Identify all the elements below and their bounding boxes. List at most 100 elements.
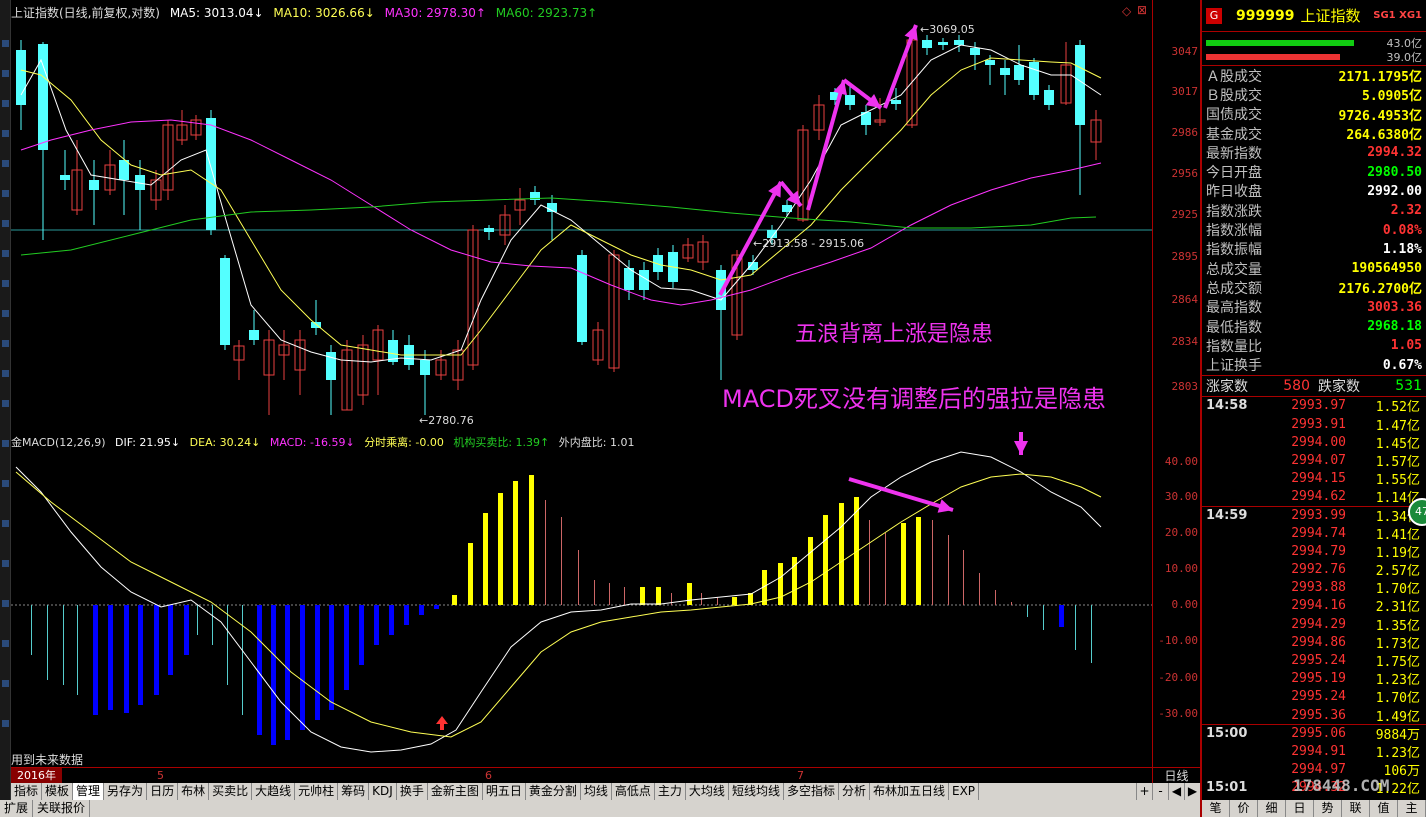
indicator-tab[interactable]: 主力: [655, 783, 686, 800]
chart-settings-icon[interactable]: ◇: [1122, 4, 1131, 18]
price-axis-label: 2925: [1171, 208, 1199, 221]
macd-axis-label: -30.00: [1158, 707, 1198, 720]
macd-bar-positive: [717, 597, 718, 605]
quote-bottom-tab[interactable]: 主: [1398, 800, 1426, 817]
indicator-tab[interactable]: 元帅柱: [295, 783, 339, 800]
indicator-tab[interactable]: 换手: [397, 783, 428, 800]
main-chart-header: 上证指数(日线,前复权,对数) MA5: 3013.04↓ MA10: 3026…: [11, 4, 603, 21]
chart-close-icon[interactable]: ⊠: [1137, 3, 1147, 17]
expand-button[interactable]: 扩展: [0, 800, 34, 817]
indicator-tab[interactable]: 布林加五日线: [870, 783, 949, 800]
macd-bar-positive: [513, 481, 518, 605]
macd-bar-negative: [1075, 605, 1076, 650]
quote-label: Ａ股成交: [1206, 68, 1262, 85]
price-axis-label: 2956: [1171, 167, 1199, 180]
indicator-tab[interactable]: 短线均线: [729, 783, 784, 800]
indicator-tab[interactable]: EXP: [949, 783, 980, 800]
macd-bar-positive: [640, 587, 645, 605]
tab-nav-button[interactable]: -: [1152, 783, 1168, 800]
candlestick: [514, 188, 526, 225]
quote-fields: Ａ股成交 2171.1795亿 Ｂ股成交 5.0905亿 国债成交 9726.4953亿基…: [1202, 66, 1426, 375]
macd-chart[interactable]: [11, 432, 1152, 767]
candle-body-down: [484, 228, 494, 232]
left-strip-marker: [2, 70, 9, 77]
quote-bottom-tab[interactable]: 细: [1258, 800, 1286, 817]
indicator-tab[interactable]: 均线: [581, 783, 612, 800]
tick-volume: 1.14亿: [1375, 491, 1420, 507]
kline-chart[interactable]: ←3069.05 ←2913.58 - 2915.06 ←2780.76: [11, 0, 1152, 432]
left-strip-marker: [2, 370, 9, 377]
macd-bar-positive: [452, 595, 457, 605]
indicator-tab[interactable]: 大均线: [686, 783, 729, 800]
macd-bar-negative: [285, 605, 290, 740]
ma10-label: MA10: 3026.66↓: [273, 6, 375, 20]
indicator-tab[interactable]: 明五日: [483, 783, 526, 800]
indicator-tab[interactable]: 金新主图: [428, 783, 483, 800]
tab-nav-button[interactable]: ◀: [1168, 783, 1184, 800]
candlestick: [372, 325, 384, 395]
quote-bottom-tab[interactable]: 日: [1286, 800, 1314, 817]
left-strip-marker: [2, 600, 9, 607]
candlestick: [1000, 60, 1010, 95]
indicator-tab[interactable]: 另存为: [104, 783, 148, 800]
indicator-tab[interactable]: 筹码: [338, 783, 370, 800]
indicator-tab[interactable]: 高低点: [612, 783, 655, 800]
tick-time: 15:00: [1206, 726, 1248, 742]
quote-bottom-tab[interactable]: 价: [1230, 800, 1258, 817]
tab-nav-button[interactable]: ▶: [1184, 783, 1200, 800]
candle-body-down: [60, 175, 70, 180]
candle-body-down: [119, 160, 129, 180]
tab-nav-button[interactable]: +: [1136, 783, 1152, 800]
candlestick: [639, 262, 649, 300]
candle-body-down: [970, 48, 980, 55]
date-tick-jun: 6: [485, 769, 492, 782]
tick-price: 2995.24: [1291, 652, 1346, 668]
tick-price: 2995.36: [1291, 707, 1346, 723]
macd-bar-negative: [108, 605, 113, 710]
indicator-tab[interactable]: KDJ: [369, 783, 397, 800]
period-label[interactable]: 日线: [1152, 767, 1200, 783]
candle-body-down: [985, 60, 995, 65]
date-year: 2016年: [11, 768, 62, 783]
index-code: 999999: [1236, 7, 1295, 24]
macd-bar-negative: [329, 605, 334, 710]
quote-value: 2968.18: [1367, 319, 1422, 334]
indicator-tab[interactable]: 管理: [73, 783, 105, 800]
tick-price: 2994.16: [1291, 598, 1346, 614]
macd-bar-positive: [885, 533, 886, 605]
tick-list[interactable]: 14:58 2993.97 1.52亿 2993.91 1.47亿 2994.00 1.45…: [1202, 397, 1426, 797]
indicator-tab[interactable]: 模板: [42, 783, 74, 800]
macd-bar-positive: [948, 535, 949, 605]
quote-bottom-tab[interactable]: 笔: [1202, 800, 1230, 817]
left-strip-marker: [2, 480, 9, 487]
related-quote-button[interactable]: 关联报价: [33, 800, 91, 817]
macd-bar-positive: [901, 523, 906, 605]
tick-row: 2994.62 1.14亿: [1202, 488, 1426, 506]
quote-row: 今日开盘 2980.50: [1202, 162, 1426, 182]
candlestick: [263, 330, 275, 415]
indicator-tab[interactable]: 买卖比: [209, 783, 253, 800]
quote-bottom-tab[interactable]: 值: [1370, 800, 1398, 817]
macd-bar-negative: [93, 605, 98, 715]
quote-bottom-tab[interactable]: 联: [1342, 800, 1370, 817]
indicator-tab[interactable]: 布林: [178, 783, 210, 800]
macd-axis: 40.00 30.00 20.00 10.00 0.00 -10.00 -20.00 -30.…: [1152, 432, 1200, 767]
macd-divergence-arrow: [848, 477, 954, 513]
indicator-tab[interactable]: 大趋线: [252, 783, 296, 800]
g-badge[interactable]: G: [1206, 7, 1222, 24]
indicator-tab[interactable]: 多空指标: [784, 783, 839, 800]
macd-bar-positive: [578, 550, 579, 605]
indicator-tab[interactable]: 分析: [839, 783, 870, 800]
tick-price: 2993.99: [1291, 507, 1346, 523]
indicator-tab[interactable]: 指标: [11, 783, 43, 800]
macd-bar-negative: [1027, 605, 1028, 617]
left-strip-marker: [2, 40, 9, 47]
indicator-tab[interactable]: 黄金分割: [526, 783, 581, 800]
left-strip-marker: [2, 310, 9, 317]
tick-row: 2995.24 1.70亿: [1202, 688, 1426, 706]
indicator-tab[interactable]: 日历: [147, 783, 179, 800]
ma30-label: MA30: 2978.30↑: [384, 6, 486, 20]
tick-price: 2994.74: [1291, 525, 1346, 541]
macd-bar-positive: [545, 500, 546, 605]
quote-bottom-tab[interactable]: 势: [1314, 800, 1342, 817]
